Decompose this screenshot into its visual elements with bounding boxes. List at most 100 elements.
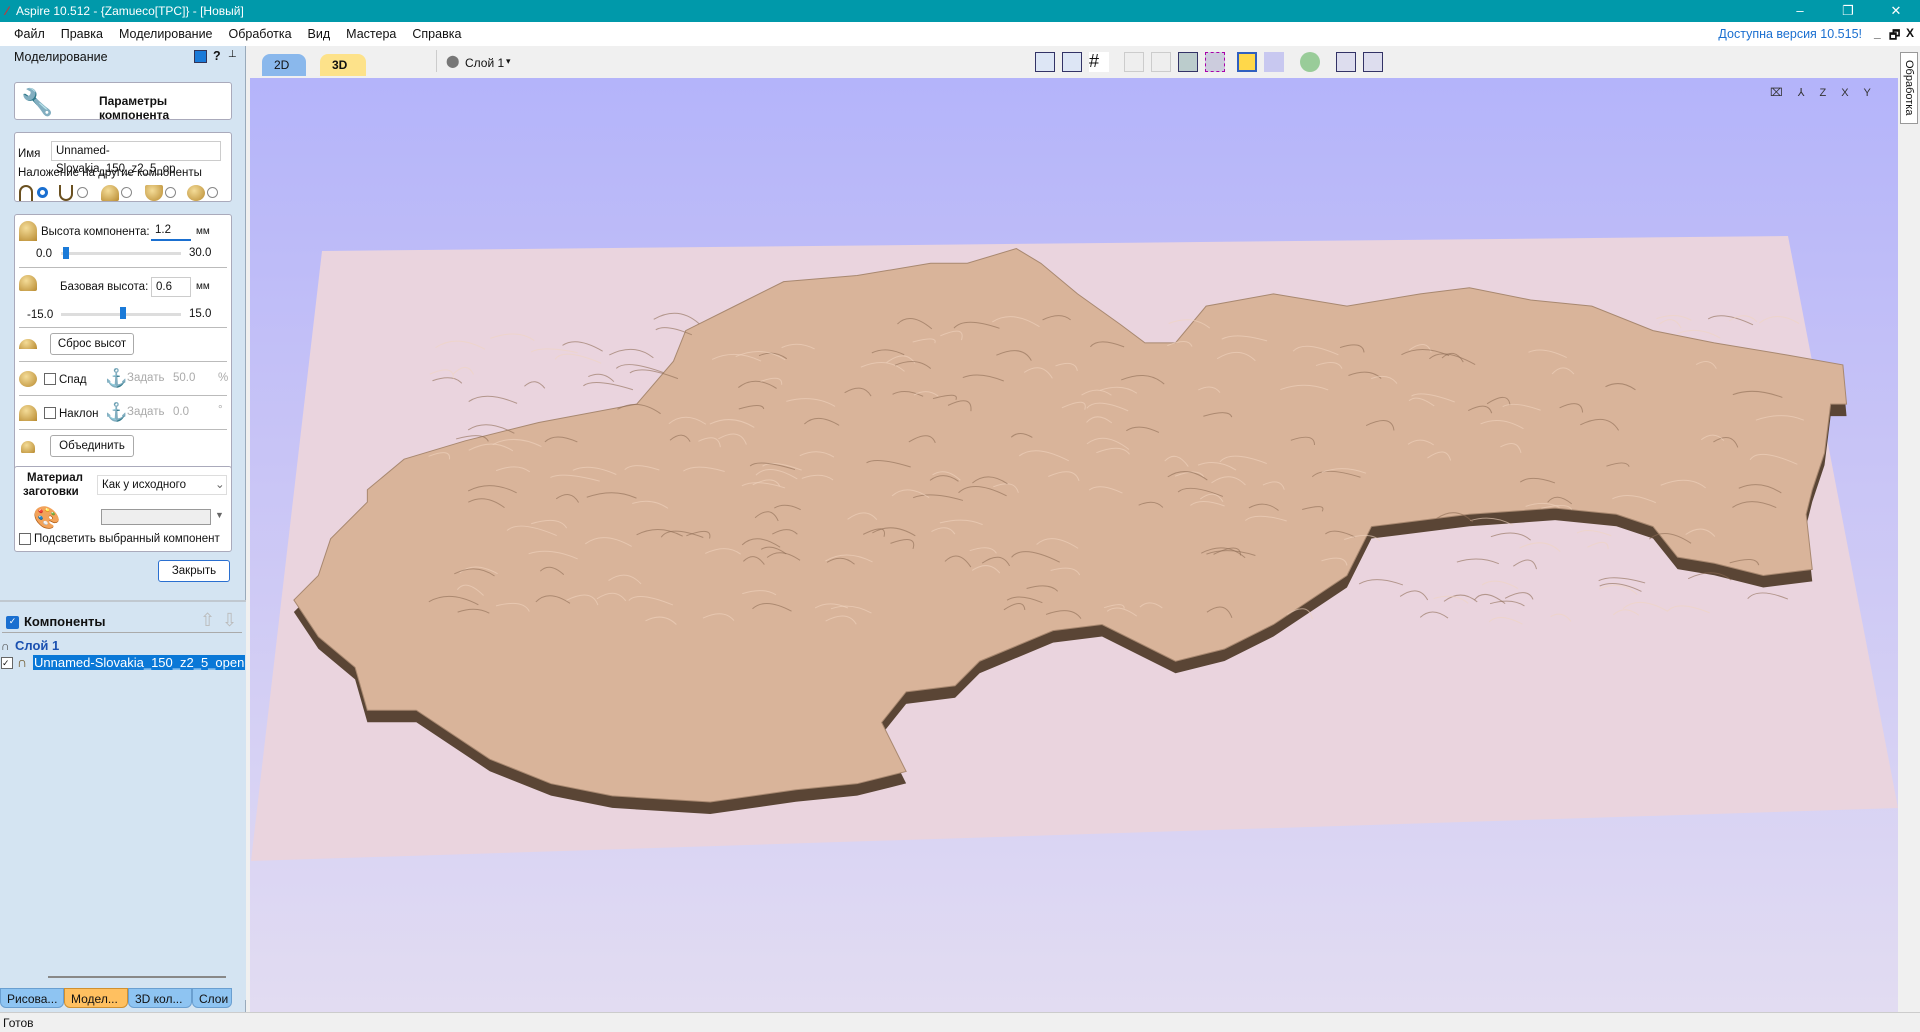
divider: [436, 50, 437, 72]
fade-checkbox[interactable]: [44, 373, 56, 385]
overlay-low-radio[interactable]: [165, 187, 176, 198]
material-section: Материал заготовки Как у исходного ⌄ 🎨 ▼…: [14, 466, 232, 552]
layout-b-icon[interactable]: [1363, 52, 1383, 72]
tree-icon[interactable]: [1300, 52, 1320, 72]
material-label-2: заготовки: [23, 486, 79, 498]
height-min: 0.0: [36, 248, 52, 260]
menu-wizards[interactable]: Мастера: [346, 27, 396, 41]
panel-title: Моделирование: [14, 50, 108, 64]
toolpath-icon[interactable]: [1264, 52, 1284, 72]
layer-node[interactable]: Слой 1: [15, 638, 59, 653]
overlay-subtract-radio[interactable]: [77, 187, 88, 198]
horizontal-scrollbar[interactable]: [48, 976, 226, 978]
overlay-multiply-icon: [187, 185, 205, 201]
grid-icon[interactable]: #: [1089, 52, 1109, 72]
tab-drawing[interactable]: Рисова...: [0, 988, 64, 1008]
tab-2d-view[interactable]: 2D вид: [262, 54, 307, 94]
chevron-down-icon[interactable]: ▾: [506, 56, 511, 67]
tilt-label: Наклон: [59, 408, 99, 420]
mdi-restore-button[interactable]: 🗗: [1889, 26, 1900, 47]
overlay-high-radio[interactable]: [121, 187, 132, 198]
height-unit: мм: [196, 226, 210, 237]
height-slider-thumb[interactable]: [62, 247, 69, 259]
mdi-minimize-button[interactable]: _: [1874, 26, 1881, 40]
menu-file[interactable]: Файл: [14, 27, 45, 41]
tilt-set-button[interactable]: Задать: [127, 406, 164, 418]
zoom-extents-icon[interactable]: [1178, 52, 1198, 72]
view-extent-icon[interactable]: [1035, 52, 1055, 72]
tilt-checkbox[interactable]: [44, 407, 56, 419]
material-select[interactable]: Как у исходного: [97, 475, 227, 495]
components-checkbox[interactable]: ✓: [6, 616, 19, 629]
component-visibility-checkbox[interactable]: ✓: [1, 657, 13, 669]
zoom-box-icon[interactable]: [1205, 52, 1225, 72]
update-link[interactable]: Доступна версия 10.515!: [1718, 27, 1862, 41]
height-label: Высота компонента:: [41, 226, 150, 238]
menu-toolpaths[interactable]: Обработка: [229, 27, 292, 41]
help-icon[interactable]: ?: [213, 49, 221, 63]
menu-modeling[interactable]: Моделирование: [119, 27, 213, 41]
fade-set-button[interactable]: Задать: [127, 372, 164, 384]
mdi-close-button[interactable]: X: [1906, 26, 1914, 40]
section-title: Параметры компонента: [99, 94, 170, 122]
base-height-unit: мм: [196, 281, 210, 292]
overlay-multiply-radio[interactable]: [207, 187, 218, 198]
menu-bar: Файл Правка Моделирование Обработка Вид …: [0, 22, 1920, 46]
tilt-unit: °: [218, 404, 223, 416]
close-button[interactable]: ✕: [1876, 0, 1916, 22]
fade-value[interactable]: 50.0: [173, 372, 195, 384]
tab-toolpaths[interactable]: Обработка: [1900, 52, 1918, 124]
component-item[interactable]: Unnamed-Slovakia_150_z2_5_open: [33, 655, 246, 670]
pin-icon[interactable]: ⊥: [228, 49, 237, 60]
fade-anchor-icon[interactable]: ⚓: [105, 368, 127, 389]
height-slider-track[interactable]: [61, 252, 181, 255]
base-height-label: Базовая высота:: [60, 281, 149, 293]
render-icon[interactable]: [1237, 52, 1257, 72]
menu-view[interactable]: Вид: [308, 27, 331, 41]
merge-icon: [21, 441, 35, 453]
base-height-slider-thumb[interactable]: [120, 307, 127, 319]
component-properties-header: 🔧 Параметры компонента: [14, 82, 232, 122]
tilt-anchor-icon[interactable]: ⚓: [105, 402, 127, 423]
layer-icon: ∩: [1, 639, 10, 653]
menu-help[interactable]: Справка: [412, 27, 461, 41]
modeling-panel: Моделирование ? ⊥ 🔧 Параметры компонента…: [0, 46, 246, 1012]
fade-unit: %: [218, 372, 229, 384]
tab-modeling[interactable]: Модел...: [64, 988, 128, 1008]
base-height-min: -15.0: [27, 309, 54, 321]
status-text: Готов: [3, 1016, 34, 1030]
maximize-button[interactable]: ❐: [1828, 0, 1868, 22]
overlay-add-radio[interactable]: [37, 187, 48, 198]
pan-icon[interactable]: [1124, 52, 1144, 72]
tab-3d-view[interactable]: 3D вид: [320, 54, 367, 94]
view-orientation-icons[interactable]: ⌧ ⅄ Z X Y: [1770, 86, 1877, 99]
overlay-label: Наложение на другие компоненты: [18, 167, 202, 179]
material-label-1: Материал: [27, 472, 83, 484]
minimize-button[interactable]: –: [1780, 0, 1820, 22]
move-up-icon[interactable]: ⇧: [200, 610, 215, 631]
menu-edit[interactable]: Правка: [61, 27, 103, 41]
dropdown-arrow-icon[interactable]: ▼: [215, 510, 224, 520]
move-down-icon[interactable]: ⇩: [222, 610, 237, 631]
3d-viewport[interactable]: ⌧ ⅄ Z X Y: [250, 78, 1898, 1012]
base-height-input[interactable]: 0.6: [151, 277, 191, 297]
close-panel-button[interactable]: Закрыть: [158, 560, 230, 582]
merge-button[interactable]: Объединить: [50, 435, 134, 457]
tab-layers[interactable]: Слои: [192, 988, 232, 1008]
component-height-icon: [19, 221, 37, 241]
window-title: Aspire 10.512 - {Zamueco[TPC]} - [Новый]: [16, 4, 244, 18]
layout-a-icon[interactable]: [1336, 52, 1356, 72]
tab-3d-clipart[interactable]: 3D кол...: [128, 988, 192, 1008]
fade-icon: [19, 371, 37, 387]
highlight-label: Подсветить выбранный компонент: [34, 533, 220, 545]
layer-dropdown[interactable]: Слой 1: [465, 56, 504, 70]
material-color-select[interactable]: [101, 509, 211, 525]
tilt-value[interactable]: 0.0: [173, 406, 189, 418]
height-input[interactable]: 1.2: [151, 221, 191, 241]
zoom-icon[interactable]: [1151, 52, 1171, 72]
name-input[interactable]: Unnamed-Slovakia_150_z2_5_op: [51, 141, 221, 175]
reset-heights-button[interactable]: Сброс высот: [50, 333, 134, 355]
highlight-checkbox[interactable]: [19, 533, 31, 545]
view-split-icon[interactable]: [1062, 52, 1082, 72]
panel-dock-icon[interactable]: [194, 50, 207, 63]
